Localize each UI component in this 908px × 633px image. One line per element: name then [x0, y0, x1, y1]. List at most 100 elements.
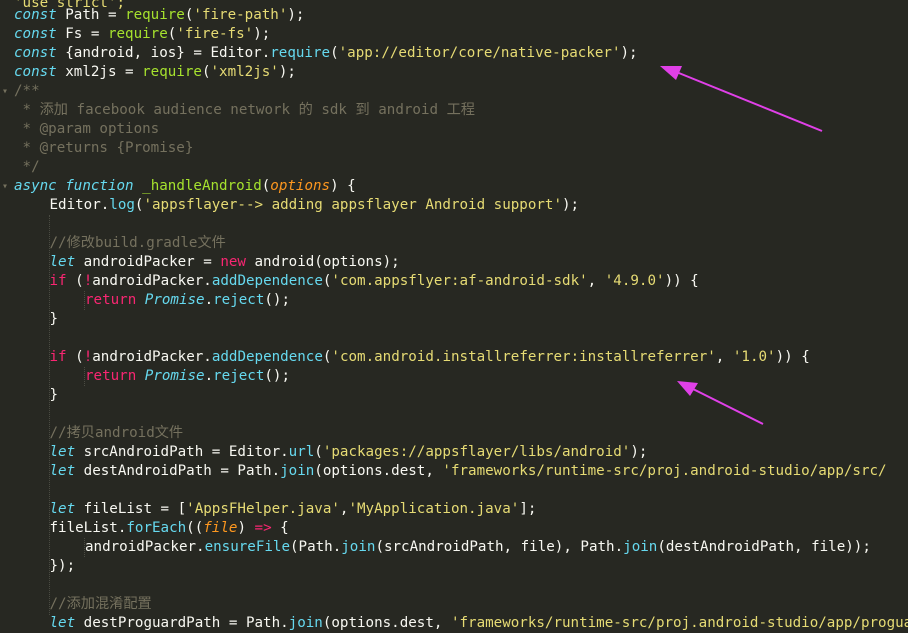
code-token: */ [14, 159, 40, 175]
code-token: } [50, 387, 59, 403]
code-line[interactable]: } [0, 386, 908, 405]
code-line[interactable]: const Path = require('fire-path'); [0, 6, 908, 25]
code-token: ]; [519, 501, 536, 517]
code-token: (); [264, 368, 290, 384]
code-line[interactable]: * @returns {Promise} [0, 139, 908, 158]
code-token: if [50, 349, 67, 365]
code-token: function [65, 178, 133, 194]
code-line[interactable]: const xml2js = require('xml2js'); [0, 63, 908, 82]
code-token: _handleAndroid [142, 178, 262, 194]
code-token: //拷贝android文件 [50, 425, 184, 441]
code-token: )) { [776, 349, 810, 365]
code-text: let destProguardPath = Path.join(options… [50, 614, 908, 633]
code-token: Path = [57, 7, 125, 23]
code-line[interactable]: const Fs = require('fire-fs'); [0, 25, 908, 44]
code-token: Promise [145, 292, 205, 308]
code-token: ( [314, 444, 323, 460]
code-text: } [50, 386, 59, 405]
code-token: ) [237, 520, 254, 536]
code-line[interactable]: let destAndroidPath = Path.join(options.… [0, 462, 908, 481]
code-token: * 添加 facebook audience network 的 sdk 到 a… [14, 102, 475, 118]
code-line[interactable]: } [0, 310, 908, 329]
code-token: Editor. [50, 197, 110, 213]
code-line[interactable]: //添加混淆配置 [0, 595, 908, 614]
code-token [134, 178, 143, 194]
code-text: if (!androidPacker.addDependence('com.ap… [50, 272, 699, 291]
code-token: ( [330, 45, 339, 61]
fold-toggle-icon[interactable]: ▾ [0, 177, 10, 196]
code-token: . [205, 368, 214, 384]
code-text: } [50, 310, 59, 329]
code-text: androidPacker.ensureFile(Path.join(srcAn… [85, 538, 871, 557]
code-token: (destAndroidPath, file)); [657, 539, 871, 555]
code-token: return [85, 368, 136, 384]
code-line[interactable]: return Promise.reject(); [0, 291, 908, 310]
code-token: join [289, 615, 323, 631]
code-token: 'appsflayer--> adding appsflayer Android… [143, 197, 562, 213]
code-line[interactable]: ▾/** [0, 82, 908, 101]
code-token: ( [262, 178, 271, 194]
code-line[interactable]: * 添加 facebook audience network 的 sdk 到 a… [0, 101, 908, 120]
code-line[interactable]: return Promise.reject(); [0, 367, 908, 386]
code-token: Fs = [57, 26, 108, 42]
code-line[interactable]: //拷贝android文件 [0, 424, 908, 443]
code-token: require [125, 7, 185, 23]
code-token: '1.0' [733, 349, 776, 365]
code-line[interactable]: const {android, ios} = Editor.require('a… [0, 44, 908, 63]
code-token: fileList = [ [75, 501, 186, 517]
code-token: 'app://editor/core/native-packer' [339, 45, 621, 61]
code-token: xml2js = [57, 64, 142, 80]
code-text: const Fs = require('fire-fs'); [14, 25, 270, 44]
code-line[interactable]: * @param options [0, 120, 908, 139]
code-token: new [220, 254, 246, 270]
code-token: options [270, 178, 330, 194]
code-token: 'frameworks/runtime-src/proj.android-stu… [451, 615, 908, 631]
code-token: * @param options [14, 121, 159, 137]
code-token: destProguardPath = Path. [75, 615, 289, 631]
code-token: androidPacker. [92, 273, 212, 289]
code-line[interactable]: if (!androidPacker.addDependence('com.ap… [0, 272, 908, 291]
code-token: require [270, 45, 330, 61]
code-token: 'fire-path' [193, 7, 287, 23]
code-line[interactable]: let fileList = ['AppsFHelper.java','MyAp… [0, 500, 908, 519]
code-editor[interactable]: 'use strict';const Path = require('fire-… [0, 0, 908, 621]
code-text: * 添加 facebook audience network 的 sdk 到 a… [14, 101, 475, 120]
code-line[interactable]: ▾async function _handleAndroid(options) … [0, 177, 908, 196]
code-line[interactable]: //修改build.gradle文件 [0, 234, 908, 253]
code-token: (( [186, 520, 203, 536]
code-token: androidPacker = [75, 254, 220, 270]
code-token: => [255, 520, 272, 536]
code-text: if (!androidPacker.addDependence('com.an… [50, 348, 810, 367]
code-line[interactable]: let androidPacker = new android(options)… [0, 253, 908, 272]
code-token: 'com.android.installreferrer:installrefe… [331, 349, 715, 365]
code-token: ); [630, 444, 647, 460]
code-token: let [50, 615, 76, 631]
code-token: ! [84, 349, 93, 365]
code-token: file [203, 520, 237, 536]
code-line[interactable]: fileList.forEach((file) => { [0, 519, 908, 538]
fold-toggle-icon[interactable]: ▾ [0, 82, 10, 101]
code-token: } [50, 311, 59, 327]
code-line[interactable]: Editor.log('appsflayer--> adding appsfla… [0, 196, 908, 215]
code-token: join [623, 539, 657, 555]
code-token: async [14, 178, 57, 194]
code-token: (srcAndroidPath, file), Path. [375, 539, 623, 555]
code-token: androidPacker. [85, 539, 205, 555]
code-line[interactable]: if (!androidPacker.addDependence('com.an… [0, 348, 908, 367]
code-token: (Path. [290, 539, 341, 555]
code-token: //添加混淆配置 [50, 596, 152, 612]
code-token: let [50, 501, 76, 517]
code-line[interactable]: androidPacker.ensureFile(Path.join(srcAn… [0, 538, 908, 557]
code-text: let srcAndroidPath = Editor.url('package… [50, 443, 648, 462]
code-token: require [108, 26, 168, 42]
code-line[interactable]: let destProguardPath = Path.join(options… [0, 614, 908, 633]
code-token: ( [67, 349, 84, 365]
code-line[interactable]: }); [0, 557, 908, 576]
code-text: return Promise.reject(); [85, 291, 290, 310]
code-token: {android, ios} = Editor. [57, 45, 271, 61]
code-token: let [50, 254, 76, 270]
code-token: , [716, 349, 733, 365]
code-line[interactable]: */ [0, 158, 908, 177]
code-token: let [50, 444, 76, 460]
code-line[interactable]: let srcAndroidPath = Editor.url('package… [0, 443, 908, 462]
